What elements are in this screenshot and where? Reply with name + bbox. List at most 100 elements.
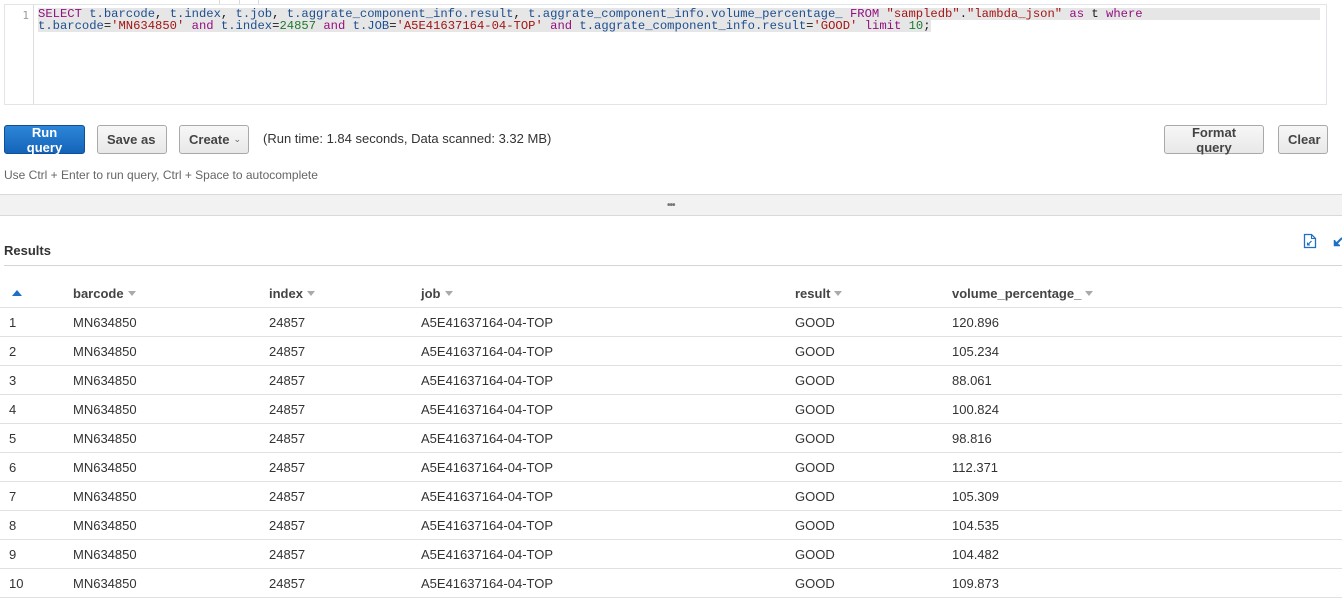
- sql-token: 'MN634850': [111, 19, 185, 33]
- row-number: 2: [9, 343, 17, 359]
- volume-percentage-cell: 105.309: [952, 488, 999, 504]
- table-row: 1 MN634850 24857 A5E41637164-04-TOP GOOD 120.…: [0, 308, 1342, 337]
- clear-button[interactable]: Clear: [1278, 125, 1328, 154]
- create-dropdown-button[interactable]: Create ⌄: [179, 125, 249, 154]
- sql-token: and: [191, 19, 214, 33]
- pane-splitter[interactable]: •••: [0, 194, 1342, 216]
- sql-token: t.aggrate_component_info.result: [579, 19, 807, 33]
- run-info: (Run time: 1.84 seconds, Data scanned: 3…: [263, 131, 552, 146]
- sort-caret-icon: [834, 290, 843, 296]
- index-cell: 24857: [269, 372, 306, 388]
- sql-token: t.barcode: [38, 19, 104, 33]
- sort-caret-icon: [127, 290, 136, 296]
- row-number: 6: [9, 459, 17, 475]
- table-row: 7 MN634850 24857 A5E41637164-04-TOP GOOD 105.…: [0, 482, 1342, 511]
- table-row: 2 MN634850 24857 A5E41637164-04-TOP GOOD 105.…: [0, 337, 1342, 366]
- sql-token: .: [959, 7, 968, 21]
- sql-token: where: [1106, 7, 1143, 21]
- sql-token: ;: [923, 19, 931, 33]
- volume-percentage-cell: 105.234: [952, 343, 999, 359]
- column-header-result[interactable]: result: [795, 279, 843, 307]
- save-as-button[interactable]: Save as: [97, 125, 167, 154]
- row-number: 3: [9, 372, 17, 388]
- results-title: Results: [4, 243, 51, 258]
- index-cell: 24857: [269, 314, 306, 330]
- query-line: t.barcode='MN634850' and t.index=24857 a…: [38, 20, 931, 32]
- index-cell: 24857: [269, 488, 306, 504]
- column-header-barcode[interactable]: barcode: [73, 279, 136, 307]
- volume-percentage-cell: 112.371: [952, 459, 999, 475]
- sql-token: "lambda_json": [967, 7, 1063, 21]
- result-cell: GOOD: [795, 488, 835, 504]
- sql-token: 24857: [279, 19, 317, 33]
- column-header-label: index: [269, 285, 303, 301]
- job-cell: A5E41637164-04-TOP: [421, 546, 554, 562]
- volume-percentage-cell: 88.061: [952, 372, 992, 388]
- column-header-label: volume_percentage_: [952, 285, 1082, 301]
- index-cell: 24857: [269, 430, 306, 446]
- chevron-down-icon: ⌄: [233, 134, 242, 144]
- sort-caret-icon: [306, 290, 315, 296]
- sql-token: 'A5E41637164-04-TOP': [396, 19, 543, 33]
- volume-percentage-cell: 104.482: [952, 546, 999, 562]
- table-row: 8 MN634850 24857 A5E41637164-04-TOP GOOD 104.…: [0, 511, 1342, 540]
- collapse-icon[interactable]: [1333, 234, 1342, 248]
- column-header-index[interactable]: index: [269, 279, 315, 307]
- result-cell: GOOD: [795, 372, 835, 388]
- sort-ascending-icon: [12, 290, 22, 296]
- keyboard-hint: Use Ctrl + Enter to run query, Ctrl + Sp…: [4, 168, 318, 182]
- table-row: 10 MN634850 24857 A5E41637164-04-TOP GOOD 109…: [0, 569, 1342, 598]
- results-divider: [4, 265, 1342, 266]
- volume-percentage-cell: 104.535: [952, 517, 999, 533]
- result-cell: GOOD: [795, 314, 835, 330]
- sql-token: t.JOB: [352, 19, 390, 33]
- job-cell: A5E41637164-04-TOP: [421, 575, 554, 591]
- job-cell: A5E41637164-04-TOP: [421, 314, 554, 330]
- sort-caret-icon: [444, 290, 453, 296]
- query-editor[interactable]: 1 SELECT t.barcode, t.index, t.job, t.ag…: [4, 4, 1327, 105]
- result-cell: GOOD: [795, 459, 835, 475]
- results-table: barcode index job result volume_percenta…: [0, 279, 1342, 598]
- barcode-cell: MN634850: [73, 546, 137, 562]
- sort-caret-icon: [1085, 290, 1094, 296]
- query-text[interactable]: SELECT t.barcode, t.index, t.job, t.aggr…: [38, 8, 1320, 32]
- barcode-cell: MN634850: [73, 372, 137, 388]
- result-cell: GOOD: [795, 575, 835, 591]
- sql-token: limit: [864, 19, 902, 33]
- create-label: Create: [189, 132, 230, 147]
- barcode-cell: MN634850: [73, 575, 137, 591]
- format-query-label: Format query: [1191, 124, 1237, 155]
- sql-token: 10: [908, 19, 924, 33]
- volume-percentage-cell: 98.816: [952, 430, 992, 446]
- editor-gutter: 1: [5, 5, 34, 104]
- barcode-cell: MN634850: [73, 459, 137, 475]
- sql-token: and: [323, 19, 346, 33]
- job-cell: A5E41637164-04-TOP: [421, 459, 554, 475]
- job-cell: A5E41637164-04-TOP: [421, 488, 554, 504]
- index-cell: 24857: [269, 575, 306, 591]
- run-query-button[interactable]: Run query: [4, 125, 85, 155]
- format-query-button[interactable]: Format query: [1164, 124, 1264, 155]
- column-header-label: result: [795, 285, 831, 301]
- index-cell: 24857: [269, 459, 306, 475]
- row-number: 9: [9, 546, 17, 562]
- row-number: 4: [9, 401, 17, 417]
- drag-handle-icon[interactable]: •••: [667, 200, 675, 211]
- result-cell: GOOD: [795, 517, 835, 533]
- result-cell: GOOD: [795, 430, 835, 446]
- table-row: 9 MN634850 24857 A5E41637164-04-TOP GOOD 104.…: [0, 540, 1342, 569]
- row-number: 7: [9, 488, 17, 504]
- column-header-job[interactable]: job: [421, 279, 453, 307]
- row-number-sort-toggle[interactable]: [9, 279, 22, 307]
- result-cell: GOOD: [795, 401, 835, 417]
- download-csv-icon[interactable]: [1303, 233, 1317, 249]
- volume-percentage-cell: 100.824: [952, 401, 999, 417]
- row-number: 1: [9, 314, 17, 330]
- volume-percentage-cell: 120.896: [952, 314, 999, 330]
- sql-token: t: [1084, 7, 1107, 21]
- sql-token: =: [389, 19, 397, 33]
- column-header-volume-percentage[interactable]: volume_percentage_: [952, 279, 1094, 307]
